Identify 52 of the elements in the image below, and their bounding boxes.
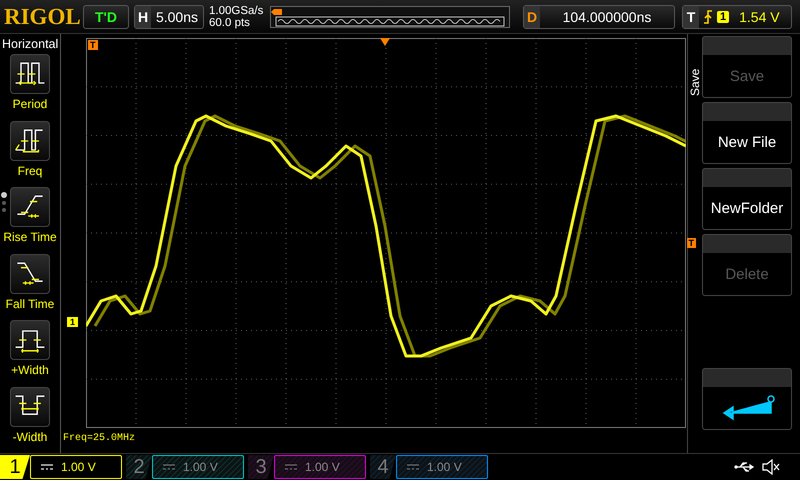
softkey-button[interactable]: NewFolder <box>702 168 792 230</box>
delay-value: 104.000000ns <box>562 8 652 24</box>
channel-scale: 1.00 V <box>427 460 462 474</box>
brand-logo: RIGOL <box>4 4 78 30</box>
measure-button[interactable] <box>10 54 50 94</box>
usb-icon <box>734 461 756 473</box>
trigger-source: 1 <box>717 10 730 22</box>
channel-scale: 1.00 V <box>61 460 96 474</box>
trigger-position-icon <box>380 38 390 46</box>
trigger-level: 1.54 V <box>739 8 780 24</box>
channel-scale-box[interactable]: 1.00 V <box>152 455 244 479</box>
memory-depth: 60.0 pts <box>209 16 251 28</box>
dc-coupling-icon <box>407 464 419 470</box>
delay-label: D <box>524 6 540 28</box>
measure-button[interactable] <box>10 386 50 426</box>
measure-label: -Width <box>12 430 48 444</box>
measure-button[interactable] <box>10 120 50 160</box>
back-button[interactable] <box>702 368 792 430</box>
position-marker: T <box>88 40 98 50</box>
measure-label: Period <box>12 97 48 111</box>
speaker-muted-icon <box>762 459 780 475</box>
trigger-level-marker: T <box>686 238 696 248</box>
dc-coupling-icon <box>285 464 297 470</box>
channel-number[interactable]: 2 <box>126 455 152 479</box>
dc-coupling-icon <box>163 464 175 470</box>
measure-label: Freq <box>18 164 42 178</box>
sample-rate: 1.00GSa/s <box>209 4 264 16</box>
menu-title: Horizontal <box>1 36 58 53</box>
run-status: T'D <box>83 4 129 28</box>
channel-scale: 1.00 V <box>305 460 340 474</box>
measure-label: Fall Time <box>6 296 54 310</box>
rising-edge-icon <box>703 8 713 24</box>
measure-label: +Width <box>11 363 49 377</box>
dc-coupling-icon <box>41 464 53 470</box>
timebase-label: H <box>135 6 151 28</box>
menu-title: Save <box>688 68 702 96</box>
trigger-label: T <box>683 6 699 28</box>
channel-scale-box[interactable]: 1.00 V <box>30 455 122 479</box>
measure-label: Rise Time <box>3 230 57 244</box>
channel-scale: 1.00 V <box>183 460 218 474</box>
measure-button[interactable] <box>10 320 50 360</box>
channel-scale-box[interactable]: 1.00 V <box>396 455 488 479</box>
channel-scale-box[interactable]: 1.00 V <box>274 455 366 479</box>
softkey-button[interactable]: New File <box>702 102 792 164</box>
channel-number[interactable]: 3 <box>248 455 274 479</box>
channel-number[interactable]: 1 <box>0 455 30 479</box>
timebase-value: 5.00ns <box>154 8 200 24</box>
frequency-readout: Freq=25.0MHz <box>63 433 136 444</box>
channel-offset-marker: 1 <box>67 317 78 327</box>
measure-button[interactable] <box>10 187 50 227</box>
channel-number[interactable]: 4 <box>370 455 396 479</box>
measure-button[interactable] <box>10 254 50 294</box>
